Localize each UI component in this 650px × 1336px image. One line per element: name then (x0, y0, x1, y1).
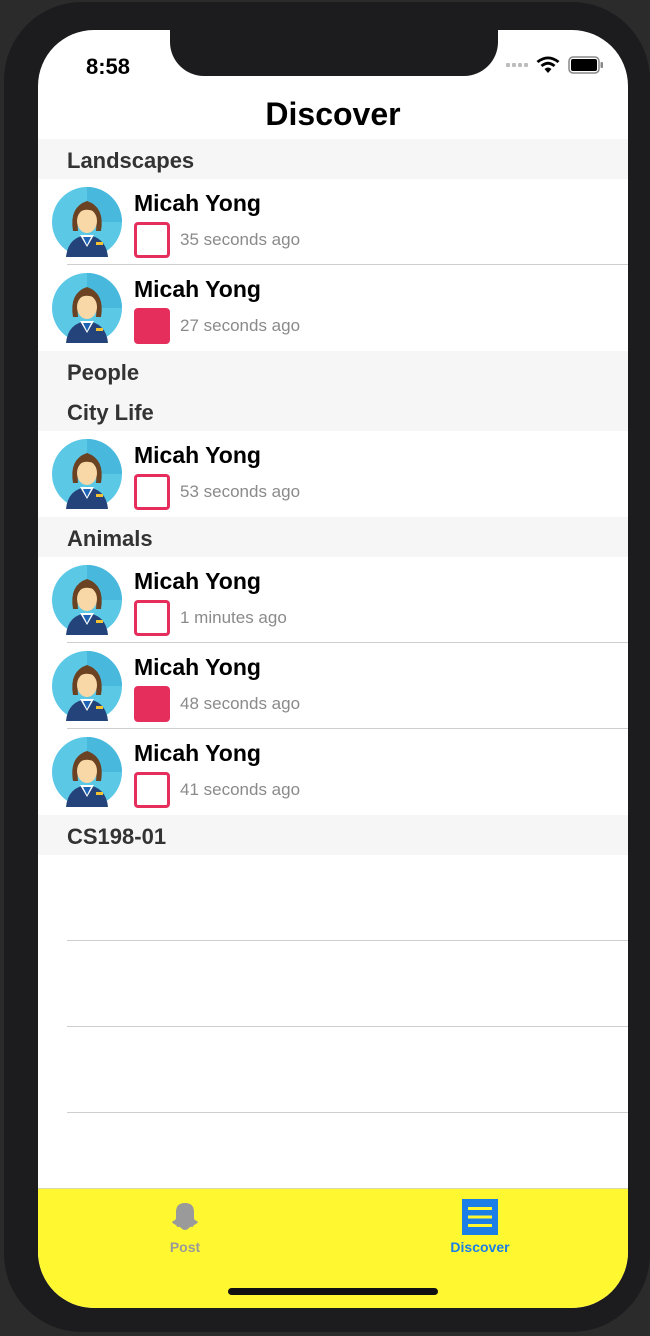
section-label: CS198-01 (67, 824, 167, 849)
empty-row (38, 855, 628, 941)
sender-name: Micah Yong (134, 568, 261, 594)
notch (170, 30, 498, 76)
timestamp: 35 seconds ago (180, 230, 301, 249)
section-header-people: People (38, 351, 628, 391)
avatar (52, 565, 122, 635)
sender-name: Micah Yong (134, 276, 261, 302)
snap-row[interactable]: Micah Yong 27 seconds ago (38, 265, 628, 351)
signal-icon (506, 63, 528, 67)
tab-discover[interactable]: Discover (420, 1199, 540, 1255)
unopened-snap-icon (134, 600, 170, 636)
avatar (52, 651, 122, 721)
timestamp: 48 seconds ago (180, 694, 301, 713)
list-icon (462, 1199, 498, 1235)
timestamp: 1 minutes ago (180, 608, 287, 627)
status-time: 8:58 (86, 54, 131, 79)
wifi-icon (536, 56, 560, 74)
section-label: Animals (67, 526, 153, 551)
status-icons (506, 56, 604, 74)
section-header-cs198-01: CS198-01 (38, 815, 628, 855)
home-indicator[interactable] (228, 1288, 438, 1295)
snap-row[interactable]: Micah Yong 1 minutes ago (38, 557, 628, 643)
opened-snap-icon (134, 308, 170, 344)
sender-name: Micah Yong (134, 442, 261, 468)
timestamp: 27 seconds ago (180, 316, 301, 335)
snap-row[interactable]: Micah Yong 35 seconds ago (38, 179, 628, 265)
avatar (52, 187, 122, 257)
sender-name: Micah Yong (134, 740, 261, 766)
section-header-animals: Animals (38, 517, 628, 557)
section-header-city-life: City Life (38, 391, 628, 431)
avatar (52, 273, 122, 343)
section-header-landscapes: Landscapes (38, 139, 628, 179)
section-label: City Life (67, 400, 154, 425)
section-label: People (67, 360, 140, 385)
empty-row (38, 941, 628, 1027)
phone-frame: 8:58 Discover Landscapes Micah Yong 35 s… (4, 2, 650, 1332)
avatar (52, 439, 122, 509)
ghost-icon (172, 1203, 198, 1230)
section-label: Landscapes (67, 148, 195, 173)
tab-label: Discover (450, 1239, 510, 1255)
battery-icon (568, 56, 604, 74)
row-divider (67, 1112, 628, 1113)
snap-row[interactable]: Micah Yong 53 seconds ago (38, 431, 628, 517)
timestamp: 53 seconds ago (180, 482, 301, 501)
empty-row (38, 1027, 628, 1113)
tab-label: Post (169, 1239, 201, 1255)
unopened-snap-icon (134, 222, 170, 258)
unopened-snap-icon (134, 474, 170, 510)
timestamp: 41 seconds ago (180, 780, 301, 799)
screen: 8:58 Discover Landscapes Micah Yong 35 s… (38, 30, 628, 1308)
page-title: Discover (265, 96, 401, 132)
snap-row[interactable]: Micah Yong 48 seconds ago (38, 643, 628, 729)
avatar (52, 737, 122, 807)
opened-snap-icon (134, 686, 170, 722)
snap-row[interactable]: Micah Yong 41 seconds ago (38, 729, 628, 815)
sender-name: Micah Yong (134, 654, 261, 680)
tab-post[interactable]: Post (125, 1199, 245, 1255)
sender-name: Micah Yong (134, 190, 261, 216)
unopened-snap-icon (134, 772, 170, 808)
